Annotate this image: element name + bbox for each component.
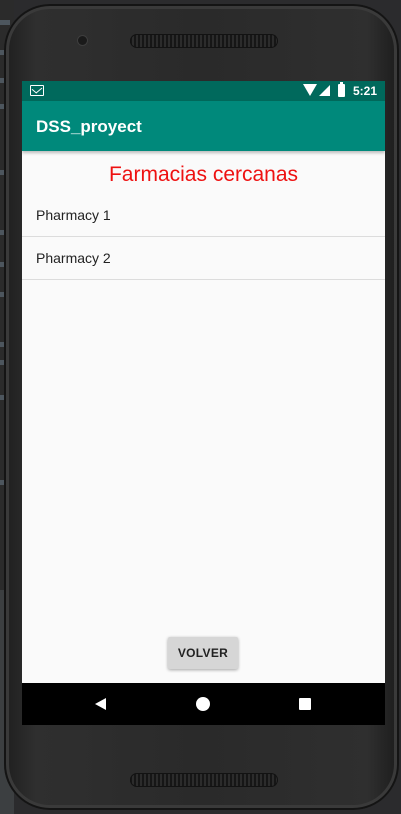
navigation-bar [22,683,385,725]
back-icon[interactable] [95,698,106,710]
recents-icon[interactable] [299,698,311,710]
pharmacy-list: Pharmacy 1 Pharmacy 2 [22,194,385,280]
back-button[interactable]: VOLVER [168,637,238,669]
app-title: DSS_proyect [36,117,142,136]
status-bar: 5:21 [22,81,385,101]
app-bar: DSS_proyect [22,101,385,151]
bottom-speaker-grille [130,773,278,787]
mail-icon [30,85,44,96]
page-title: Farmacias cercanas [108,163,299,186]
signal-icon [319,85,330,96]
list-item-pharmacy-2[interactable]: Pharmacy 2 [22,237,385,280]
home-icon[interactable] [196,697,210,711]
list-item-pharmacy-1[interactable]: Pharmacy 1 [22,194,385,237]
status-time: 5:21 [352,84,377,98]
device-screen: 5:21 DSS_proyect Farmacias cercanas Phar… [22,81,385,725]
wifi-icon [303,84,317,96]
front-camera [78,36,87,45]
top-speaker-grille [130,34,278,48]
battery-icon [338,82,345,97]
